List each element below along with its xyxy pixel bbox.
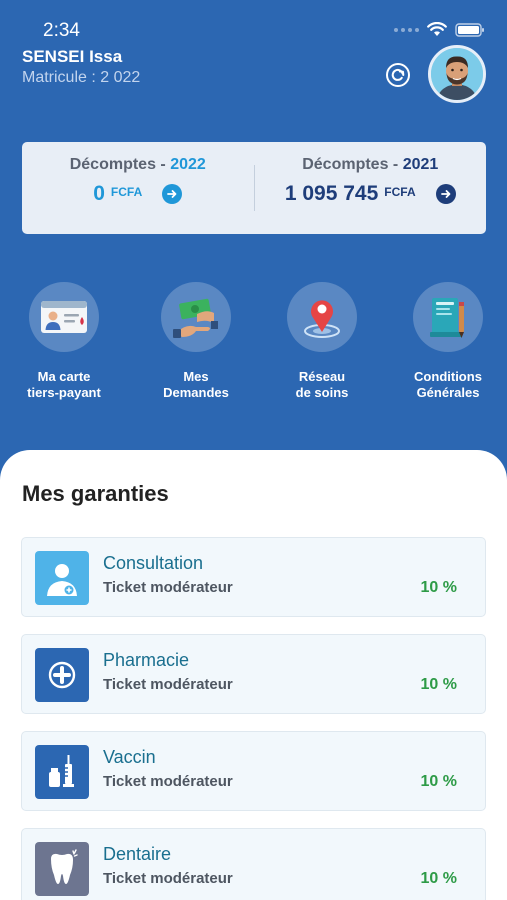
refresh-icon[interactable] <box>385 62 411 88</box>
status-time: 2:34 <box>43 20 80 41</box>
guarantees-sheet: Mes garanties Consultation Ticket modéra… <box>0 450 507 900</box>
decomptes-year: 2021 <box>402 156 439 173</box>
avatar[interactable] <box>428 45 486 103</box>
decomptes-amount-row: 1 095 745 FCFA <box>255 182 487 206</box>
id-card-icon <box>41 301 87 333</box>
signal-icon <box>394 27 419 32</box>
doctor-icon <box>35 551 89 605</box>
decomptes-current[interactable]: Décomptes - 2022 0 FCFA <box>22 142 254 234</box>
quick-action-label: Mes Demandes <box>163 369 229 400</box>
quick-action-circle <box>29 282 99 352</box>
guarantee-title: Pharmacie <box>103 650 190 670</box>
quick-action-label: Réseau de soins <box>295 369 349 400</box>
document-pen-icon <box>430 298 464 338</box>
quick-action-circle <box>413 282 483 352</box>
syringe-icon <box>35 745 89 799</box>
user-matricule: Matricule : 2 022 <box>22 69 141 86</box>
arrow-right-icon[interactable] <box>435 184 456 204</box>
currency-label: FCFA <box>110 185 143 199</box>
guarantee-percent: 10 % <box>420 870 457 887</box>
quick-action-circle <box>161 282 231 352</box>
user-avatar-icon <box>431 48 483 100</box>
map-pin-icon <box>304 300 340 338</box>
quick-action-demandes[interactable]: Mes Demandes <box>141 282 251 401</box>
arrow-right-icon[interactable] <box>162 184 183 204</box>
battery-icon <box>455 22 484 37</box>
decomptes-amount-row: 0 FCFA <box>22 182 254 206</box>
wifi-icon <box>427 22 447 36</box>
user-name: SENSEI Issa <box>22 47 123 66</box>
guarantee-card-consultation[interactable]: Consultation Ticket modérateur 10 % <box>21 537 486 617</box>
guarantees-title: Mes garanties <box>22 481 169 506</box>
quick-action-circle <box>287 282 357 352</box>
decomptes-amount: 1 095 745 <box>284 182 379 205</box>
decomptes-summary-card: Décomptes - 2022 0 FCFA Décomptes - 2021… <box>22 142 486 234</box>
guarantee-subtitle: Ticket modérateur <box>103 870 233 887</box>
guarantee-title: Dentaire <box>103 844 172 864</box>
decomptes-amount: 0 <box>93 182 105 205</box>
guarantee-title: Vaccin <box>103 747 156 767</box>
guarantee-percent: 10 % <box>420 579 457 596</box>
guarantee-card-vaccin[interactable]: Vaccin Ticket modérateur 10 % <box>21 731 486 811</box>
quick-action-label: Ma carte tiers-payant <box>27 369 101 400</box>
guarantee-percent: 10 % <box>420 773 457 790</box>
guarantee-card-dentaire[interactable]: Dentaire Ticket modérateur 10 % <box>21 828 486 900</box>
status-bar: 2:34 <box>0 18 507 46</box>
guarantee-subtitle: Ticket modérateur <box>103 676 233 693</box>
quick-action-label: Conditions Générales <box>414 369 482 400</box>
quick-action-carte[interactable]: Ma carte tiers-payant <box>9 282 119 401</box>
tooth-icon <box>35 842 89 896</box>
guarantee-subtitle: Ticket modérateur <box>103 579 233 596</box>
guarantee-title: Consultation <box>103 553 204 573</box>
quick-actions: Ma carte tiers-payant Mes Demandes Réseau d… <box>0 282 507 412</box>
currency-label: FCFA <box>384 185 416 199</box>
guarantee-percent: 10 % <box>420 676 457 693</box>
decomptes-previous[interactable]: Décomptes - 2021 1 095 745 FCFA <box>255 142 487 234</box>
quick-action-conditions[interactable]: Conditions Générales <box>393 282 503 401</box>
decomptes-label: Décomptes - 2021 <box>302 156 439 173</box>
decomptes-year: 2022 <box>170 156 206 173</box>
guarantee-subtitle: Ticket modérateur <box>103 773 233 790</box>
medical-cross-icon <box>35 648 89 702</box>
status-icons <box>394 22 485 37</box>
guarantee-card-pharmacie[interactable]: Pharmacie Ticket modérateur 10 % <box>21 634 486 714</box>
decomptes-label: Décomptes - 2022 <box>69 156 206 173</box>
quick-action-reseau[interactable]: Réseau de soins <box>267 282 377 401</box>
money-hand-icon <box>173 298 218 338</box>
